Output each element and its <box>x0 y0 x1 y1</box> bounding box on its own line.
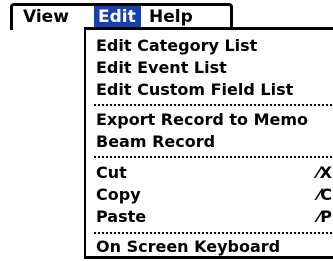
menu-separator <box>94 104 333 106</box>
menu-view[interactable]: View <box>19 6 73 28</box>
menu-item-label: Copy <box>96 185 141 204</box>
menu-item-label: Edit Event List <box>96 58 227 77</box>
menu-item-edit-event-list[interactable]: Edit Event List <box>96 57 333 79</box>
menu-item-paste[interactable]: Paste ⁄P <box>96 206 333 228</box>
shortcut-cut: ⁄X <box>316 163 332 182</box>
menu-item-edit-category-list[interactable]: Edit Category List <box>96 35 333 57</box>
shortcut-paste: ⁄P <box>317 207 332 226</box>
menu-item-label: Paste <box>96 207 147 226</box>
menu-separator <box>94 232 333 234</box>
menu-item-label: Export Record to Memo <box>96 110 309 129</box>
menu-help[interactable]: Help <box>145 6 197 28</box>
shortcut-copy: ⁄C <box>317 185 332 204</box>
menu-item-cut[interactable]: Cut ⁄X <box>96 162 333 184</box>
menu-item-edit-custom-field-list[interactable]: Edit Custom Field List <box>96 79 333 101</box>
menu-bar: View Edit Help <box>10 3 333 30</box>
menu-item-label: On Screen Keyboard <box>96 237 281 256</box>
menu-separator <box>94 156 333 158</box>
menu-item-copy[interactable]: Copy ⁄C <box>96 184 333 206</box>
menu-item-on-screen-keyboard[interactable]: On Screen Keyboard <box>96 236 333 258</box>
menu-edit[interactable]: Edit <box>94 6 141 28</box>
menu-item-label: Beam Record <box>96 132 216 151</box>
edit-dropdown-menu: Edit Category List Edit Event List Edit … <box>84 27 333 259</box>
menu-item-label: Cut <box>96 163 127 182</box>
menu-item-label: Edit Custom Field List <box>96 80 294 99</box>
menu-item-beam-record[interactable]: Beam Record <box>96 131 333 153</box>
menu-item-export-record-to-memo[interactable]: Export Record to Memo <box>96 109 333 131</box>
menu-item-label: Edit Category List <box>96 36 258 55</box>
